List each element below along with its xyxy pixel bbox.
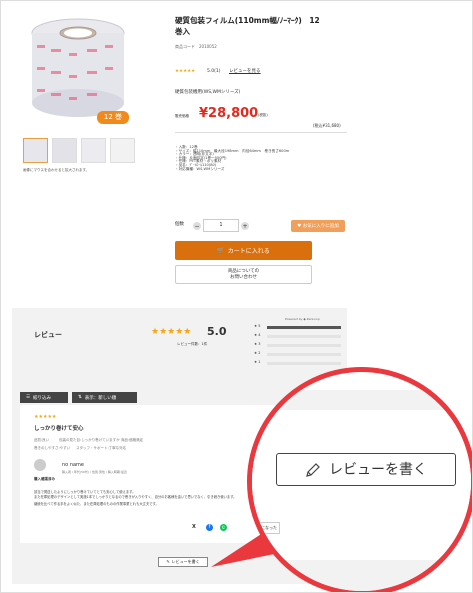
review-brand: Powered by ◆ ZenLoop xyxy=(285,317,320,321)
sort-icon: ⇅ xyxy=(78,395,82,400)
sort-button[interactable]: ⇅ 表示：新しい順 xyxy=(72,392,137,403)
rating-score: 5.0(1) xyxy=(207,69,221,74)
add-to-cart-button[interactable]: 🛒 カートに入れる xyxy=(175,241,312,260)
thumbnail-4[interactable] xyxy=(110,138,135,163)
review-link[interactable]: レビューを見る xyxy=(229,69,261,75)
image-caption: 画像にマウスを合わせると拡大されます。 xyxy=(23,168,90,172)
product-title: 硬質包装フィルム(110mm幅/ﾉｰﾏｰｸ) 12 xyxy=(175,16,320,25)
write-review-label-zoom: レビューを書く xyxy=(329,461,427,478)
write-review-button-zoom[interactable]: レビューを書く xyxy=(276,453,456,486)
filter-icon: ☰ xyxy=(26,395,31,400)
review-count: レビュー件数：1件 xyxy=(177,342,208,346)
review-tag: 商品:価格満足 xyxy=(121,438,144,442)
dist-bar xyxy=(267,344,341,347)
review-body-line: また在庫処理のデザインとして実施1本でしっかりとなるので巻きが入りやすく、自分の… xyxy=(34,495,237,500)
reviewer-name: no name xyxy=(62,462,84,468)
review-tag: スタッフ・サポート:丁寧な対応 xyxy=(76,446,127,450)
filter-button[interactable]: ☰ 絞り込み xyxy=(20,392,68,403)
reviewer-meta: 購入者 / 年代(50代) / 性別:男性 / 購入時期:最近 xyxy=(62,470,127,474)
review-card-title: しっかり巻けて安心 xyxy=(34,426,84,432)
product-image[interactable] xyxy=(23,15,133,123)
review-tag: 巻きのしやすさ:やすい xyxy=(34,446,71,450)
product-inquiry-button[interactable]: 商品についての お問い合わせ xyxy=(175,265,312,284)
quantity-minus-button[interactable]: − xyxy=(193,222,201,230)
zoom-callout: 参考になった レビューを書く xyxy=(247,367,472,592)
thumbnail-2[interactable] xyxy=(52,138,77,163)
dist-label: ★ 2 xyxy=(254,351,261,355)
product-code: 商品コード 2010052 xyxy=(175,44,217,49)
share-x-icon[interactable]: X xyxy=(192,525,196,530)
thumbnail-1[interactable] xyxy=(23,138,48,163)
dist-bar xyxy=(267,326,341,329)
dist-bar xyxy=(267,353,341,356)
tax-note: (税抜) xyxy=(258,113,268,117)
inquiry-label-1: 商品についての xyxy=(227,268,260,274)
dist-bar xyxy=(267,362,341,365)
write-review-label: レビューを書く xyxy=(171,559,200,564)
dist-label: ★ 5 xyxy=(254,324,261,328)
review-tag: 包装の見た目:しっかり巻けていますか xyxy=(59,438,120,442)
series-label: 硬質包装機用(WS,WMシリーズ) xyxy=(175,90,241,95)
review-stars: ★★★★★ xyxy=(151,327,192,337)
add-favorite-button[interactable]: ♥ お気に入りに追加 xyxy=(291,220,345,232)
quantity-badge: 12 巻 xyxy=(97,111,129,124)
zoom-helpful-button[interactable]: 参考になった xyxy=(252,522,280,534)
cart-label: カートに入れる xyxy=(227,248,270,255)
review-tag: 品質:良い xyxy=(34,438,50,442)
tax-included: (税込¥31,680) xyxy=(313,123,341,128)
inquiry-label-2: お問い合わせ xyxy=(230,274,257,280)
pencil-icon: ✎ xyxy=(166,559,170,564)
product-title-2: 巻入 xyxy=(175,27,190,36)
review-score: 5.0 xyxy=(207,325,227,338)
dist-label: ★ 3 xyxy=(254,342,261,346)
quantity-input[interactable]: 1 xyxy=(203,219,239,232)
avatar xyxy=(34,459,46,471)
dist-label: ★ 1 xyxy=(254,360,261,364)
rating-stars: ★★★★★ xyxy=(175,69,196,74)
dist-bar xyxy=(267,335,341,338)
verified-badge: 購入確認済み xyxy=(34,477,55,481)
quantity-label: 個数 xyxy=(175,222,184,227)
filter-label: 絞り込み xyxy=(33,395,52,401)
price-label: 販売価格 xyxy=(175,114,189,118)
dist-label: ★ 4 xyxy=(254,333,261,337)
spec-item: ・対応機種：WS,WMシリーズ xyxy=(175,166,225,171)
pencil-icon xyxy=(306,462,320,477)
divider xyxy=(175,132,347,133)
spec-list: ・入数：12巻 ・サイズ：幅110mm 最大径198mm 内径64mm 巻き長さ… xyxy=(175,145,289,171)
thumbnail-3[interactable] xyxy=(81,138,106,163)
product-page: { "product": { "title_line1": "硬質包装フィルム(… xyxy=(0,0,473,593)
review-card-stars: ★★★★★ xyxy=(34,414,57,420)
review-heading: レビュー xyxy=(34,331,62,339)
price: ¥28,800 xyxy=(199,106,259,121)
quantity-plus-button[interactable]: + xyxy=(241,222,249,230)
sort-label: 表示：新しい順 xyxy=(84,395,117,401)
cart-icon: 🛒 xyxy=(217,247,225,254)
